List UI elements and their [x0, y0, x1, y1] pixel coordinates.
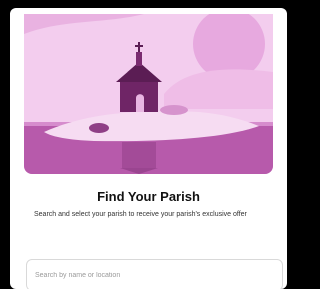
rock: [89, 123, 109, 133]
page-subtitle: Search and select your parish to receive…: [34, 211, 247, 218]
search-input[interactable]: [26, 259, 283, 289]
page-title: Find Your Parish: [97, 189, 200, 204]
church-tower: [136, 52, 142, 66]
find-parish-card: Find Your Parish Search and select your …: [10, 8, 287, 289]
church-reflection: [122, 142, 156, 168]
bush: [160, 105, 188, 115]
church-door: [136, 94, 144, 112]
hero-illustration: [24, 14, 273, 174]
church-illustration: [24, 14, 273, 174]
